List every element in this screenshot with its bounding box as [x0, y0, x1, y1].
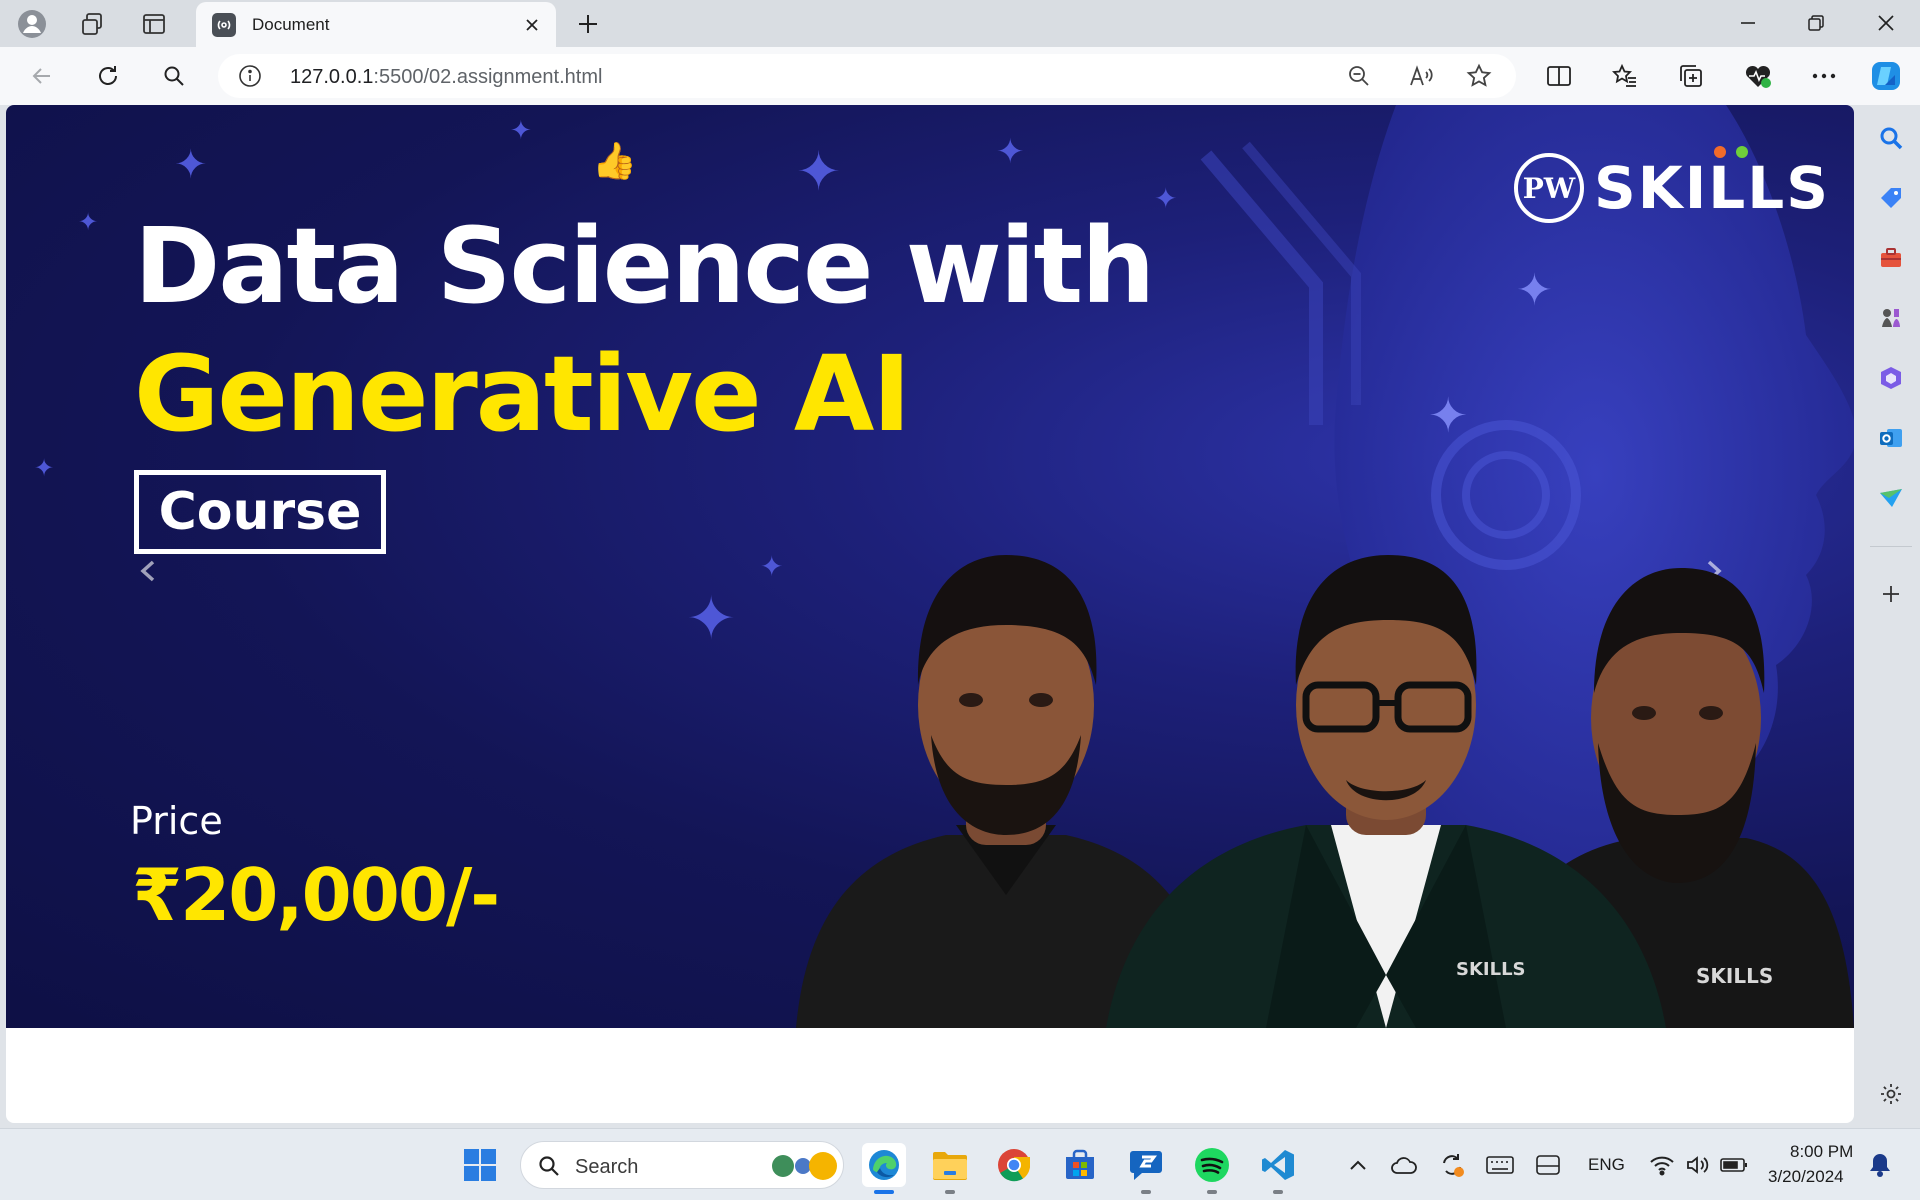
new-tab-icon[interactable]: [570, 6, 606, 42]
sparkle-icon: ✦: [78, 209, 99, 236]
close-tab-icon[interactable]: [518, 11, 546, 39]
notification-bell-icon[interactable]: [1858, 1143, 1902, 1187]
logo-word: SKILLS: [1594, 154, 1830, 222]
edge-sidebar: [1862, 105, 1920, 1123]
keyboard-icon[interactable]: [1478, 1143, 1522, 1187]
sidebar-divider: [1870, 546, 1912, 547]
price-label: Price: [130, 799, 223, 843]
show-hidden-icons-chevron-up-icon[interactable]: [1336, 1143, 1380, 1187]
sparkle-icon: ✦: [1154, 183, 1178, 214]
sparkle-icon: ✦: [1428, 390, 1469, 443]
search-icon[interactable]: [156, 58, 192, 94]
taskbar-search-label: Search: [575, 1156, 639, 1178]
drop-icon[interactable]: [1874, 481, 1908, 515]
site-info-icon[interactable]: [238, 64, 262, 88]
live-server-icon: [212, 13, 236, 37]
spotify-icon[interactable]: [1190, 1143, 1234, 1187]
microsoft-store-icon[interactable]: [1058, 1143, 1102, 1187]
microsoft-365-icon[interactable]: [1874, 361, 1908, 395]
outlook-icon[interactable]: [1874, 421, 1908, 455]
workspaces-icon[interactable]: [74, 6, 110, 42]
shirt-logo-center: SKILLS: [1456, 959, 1526, 980]
pw-seal-logo: PW: [1514, 153, 1584, 223]
price-value: ₹20,000/-: [132, 853, 500, 937]
logo-dot: [1736, 146, 1748, 158]
shopping-tag-icon[interactable]: [1874, 181, 1908, 215]
pw-skills-logo: PW SKILLS: [1514, 146, 1830, 223]
restore-icon[interactable]: [1782, 0, 1850, 46]
windows-start-icon[interactable]: [458, 1143, 502, 1187]
sidebar-settings-icon[interactable]: [1874, 1077, 1908, 1111]
banner-title-line-1: Data Science with: [134, 205, 1155, 327]
logo-dot: [1714, 146, 1726, 158]
onedrive-icon[interactable]: [1382, 1143, 1426, 1187]
games-icon[interactable]: [1874, 301, 1908, 335]
taskbar-search-icon: [539, 1156, 559, 1176]
title-bar: Document: [0, 0, 1920, 47]
taskbar-search[interactable]: Search: [520, 1141, 844, 1189]
banner-title-line-2: Generative AI: [134, 333, 911, 455]
browser-toolbar: 127.0.0.1:5500/02.assignment.html: [0, 47, 1920, 105]
clock-date[interactable]: 3/20/2024: [1768, 1167, 1844, 1187]
running-indicator: [945, 1190, 955, 1194]
page-viewport: ✦ ✦ ✦ ✦ ✦ ✦ ✦ ✦ ✦ ✦ ✦ 👍 Data Science wit…: [6, 105, 1854, 1123]
back-icon[interactable]: [24, 58, 60, 94]
browser-essentials-icon[interactable]: [1740, 58, 1776, 94]
tab-actions-icon[interactable]: [136, 6, 172, 42]
tab-title: Document: [252, 15, 330, 34]
close-window-icon[interactable]: [1852, 0, 1920, 46]
collections-icon[interactable]: [1673, 58, 1709, 94]
copilot-icon[interactable]: [1868, 58, 1904, 94]
edge-taskbar-icon[interactable]: [862, 1143, 906, 1187]
shirt-logo-right: SKILLS: [1696, 964, 1773, 988]
instructor-photo-center: SKILLS: [1106, 555, 1666, 1028]
tab-document[interactable]: Document: [196, 2, 556, 47]
refresh-icon[interactable]: [90, 58, 126, 94]
chrome-icon[interactable]: [992, 1143, 1036, 1187]
input-language[interactable]: ENG: [1588, 1155, 1625, 1175]
minimize-icon[interactable]: [1714, 0, 1782, 46]
display-icon[interactable]: [1526, 1143, 1570, 1187]
url-text[interactable]: 127.0.0.1:5500/02.assignment.html: [290, 66, 602, 89]
address-bar[interactable]: 127.0.0.1:5500/02.assignment.html: [218, 54, 1516, 98]
sparkle-icon: ✦: [1516, 266, 1553, 315]
tools-icon[interactable]: [1874, 241, 1908, 275]
carousel-prev-button[interactable]: [130, 551, 166, 591]
running-indicator: [1141, 1190, 1151, 1194]
sparkle-icon: ✦: [796, 142, 842, 202]
running-indicator: [874, 1190, 894, 1194]
sidebar-search-icon[interactable]: [1874, 121, 1908, 155]
chat-app-icon[interactable]: [1124, 1143, 1168, 1187]
sparkle-icon: ✦: [510, 115, 532, 145]
zoom-out-icon[interactable]: [1344, 61, 1374, 91]
clock-time[interactable]: 8:00 PM: [1790, 1142, 1853, 1162]
sparkle-icon: ✦: [34, 455, 55, 482]
sparkle-icon: ✦: [174, 143, 208, 187]
more-options-icon[interactable]: [1806, 58, 1842, 94]
running-indicator: [1273, 1190, 1283, 1194]
favorites-icon[interactable]: [1607, 58, 1643, 94]
windows-taskbar: Search ENG 8:00 PM 3/20/2024: [0, 1128, 1920, 1200]
battery-icon[interactable]: [1712, 1143, 1756, 1187]
course-banner-carousel: ✦ ✦ ✦ ✦ ✦ ✦ ✦ ✦ ✦ ✦ ✦ 👍 Data Science wit…: [6, 105, 1854, 1028]
file-explorer-icon[interactable]: [928, 1143, 972, 1187]
thumbs-up-icon: 👍: [592, 140, 637, 181]
course-label-box: Course: [134, 470, 386, 554]
running-indicator: [1207, 1190, 1217, 1194]
favorite-star-icon[interactable]: [1464, 61, 1494, 91]
search-highlight-icon: [772, 1152, 837, 1180]
read-aloud-icon[interactable]: [1406, 61, 1436, 91]
sparkle-icon: ✦: [760, 551, 784, 582]
sync-update-icon[interactable]: [1430, 1143, 1474, 1187]
vscode-icon[interactable]: [1256, 1143, 1300, 1187]
add-sidebar-app-icon[interactable]: [1874, 577, 1908, 611]
split-screen-icon[interactable]: [1541, 58, 1577, 94]
profile-icon[interactable]: [14, 6, 50, 42]
sparkle-icon: ✦: [996, 133, 1025, 171]
sparkle-icon: ✦: [686, 585, 737, 652]
